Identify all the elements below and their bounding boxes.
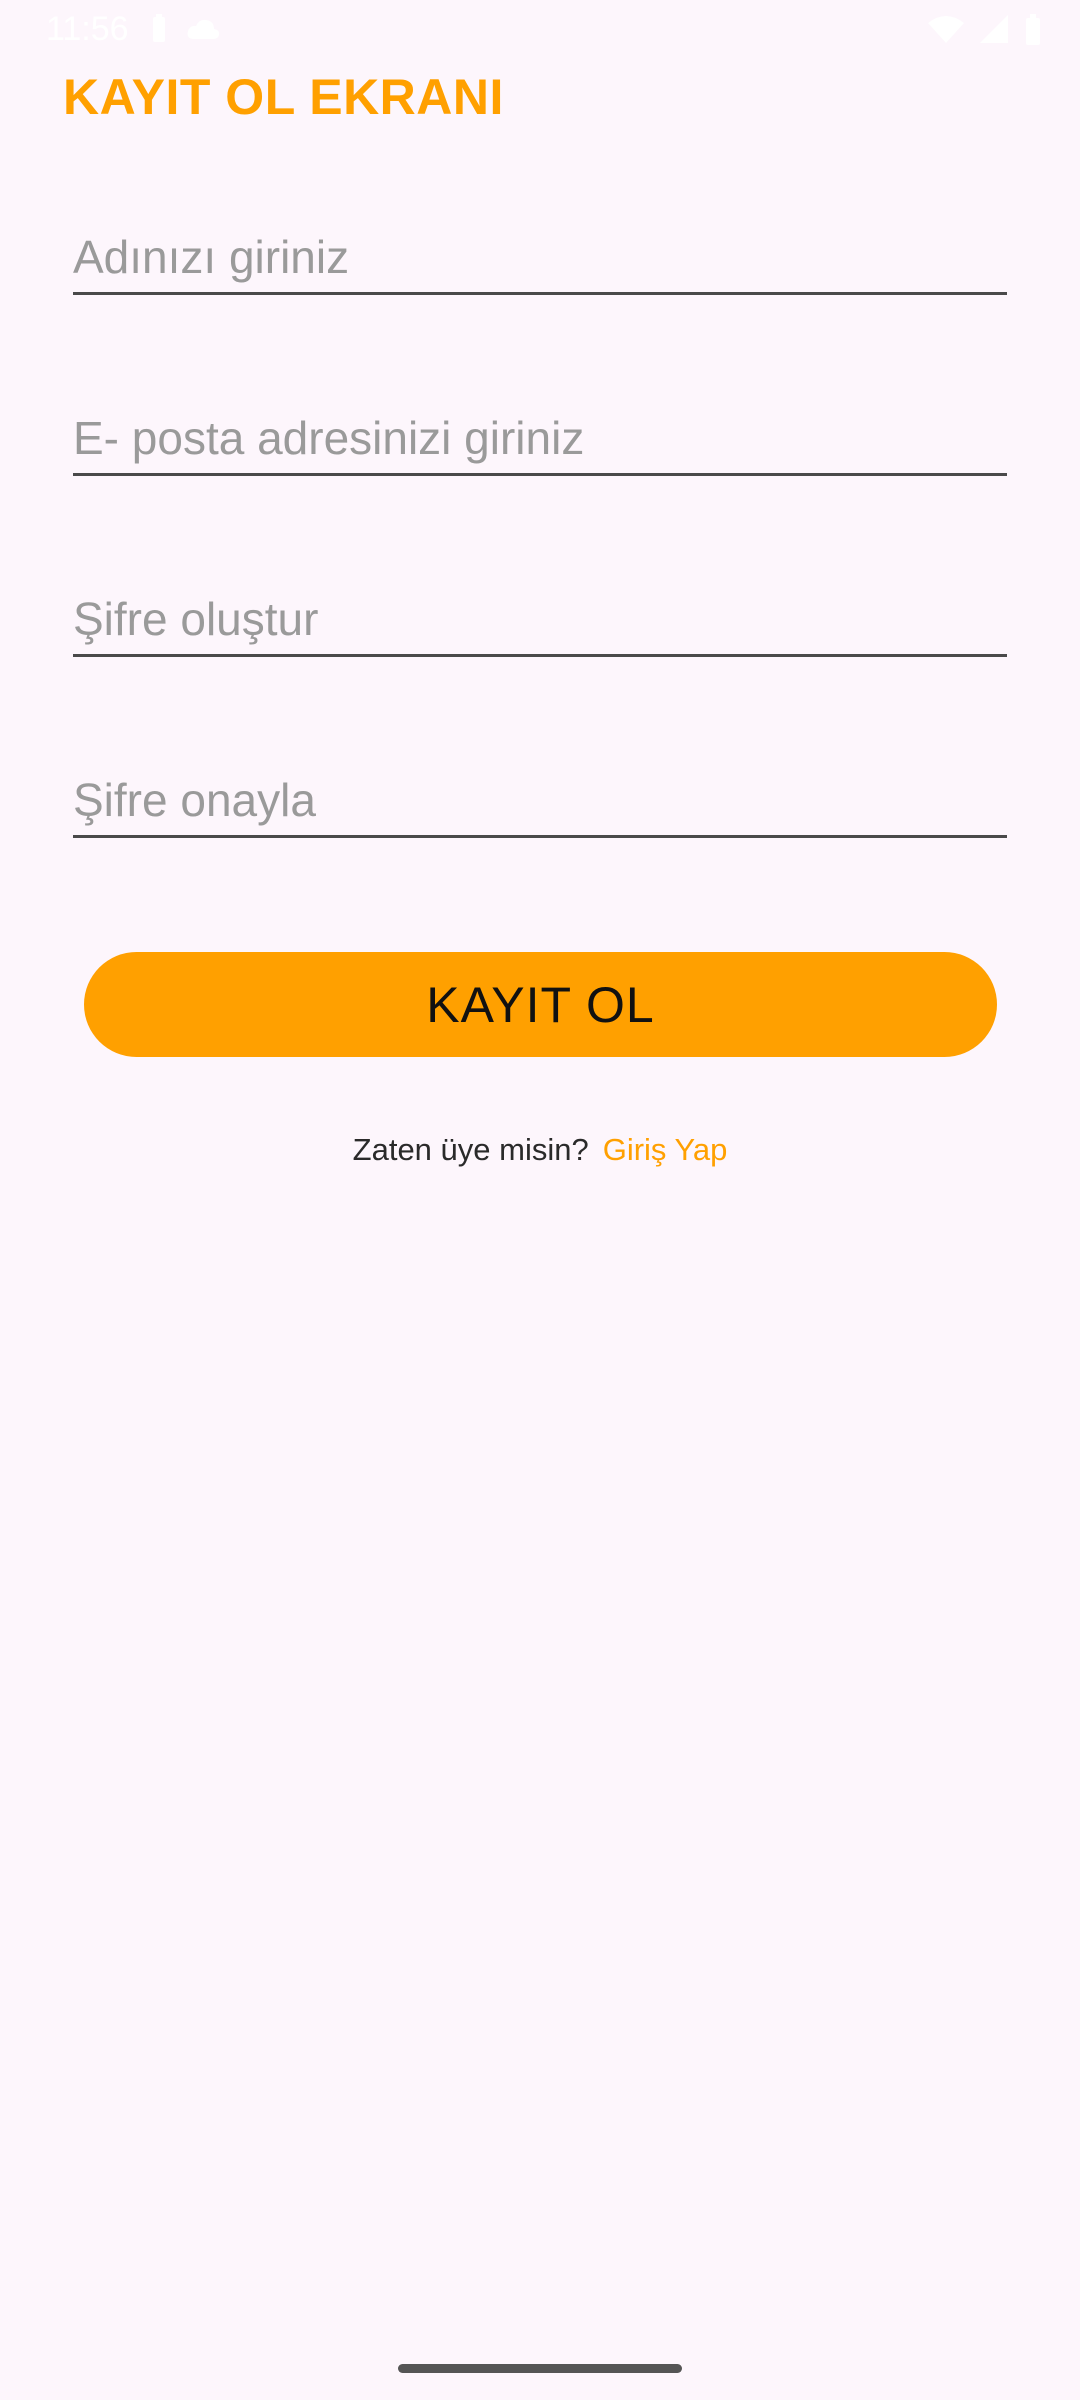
password-input[interactable]: [73, 592, 1007, 646]
confirm-password-input[interactable]: [73, 773, 1007, 827]
status-icons-left: [150, 14, 220, 49]
register-button[interactable]: KAYIT OL: [84, 952, 997, 1057]
cloud-icon: [186, 17, 220, 46]
name-input[interactable]: [73, 230, 1007, 284]
confirm-password-field-container: [73, 765, 1007, 838]
status-icons-right: [928, 14, 1042, 51]
login-link[interactable]: Giriş Yap: [603, 1132, 728, 1168]
name-field-container: [73, 222, 1007, 295]
navigation-handle[interactable]: [398, 2364, 682, 2373]
login-prompt: Zaten üye misin?: [352, 1132, 589, 1167]
wifi-icon: [928, 15, 964, 50]
email-input[interactable]: [73, 411, 1007, 465]
status-time: 11:56: [46, 10, 129, 48]
battery-icon: [1024, 14, 1042, 51]
login-row: Zaten üye misin? Giriş Yap: [0, 1132, 1080, 1168]
password-field-container: [73, 584, 1007, 657]
battery-saver-icon: [150, 14, 168, 49]
status-bar: 11:56: [0, 0, 1080, 60]
screen-title: KAYIT OL EKRANI: [63, 69, 504, 125]
signal-icon: [980, 15, 1008, 50]
email-field-container: [73, 403, 1007, 476]
